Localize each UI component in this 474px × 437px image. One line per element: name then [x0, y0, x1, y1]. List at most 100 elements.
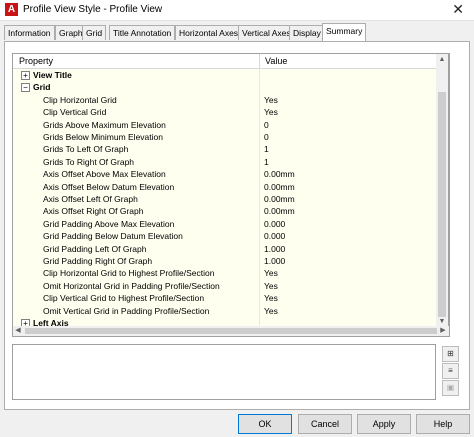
horizontal-scrollbar[interactable]: ◀ ▶ — [12, 326, 450, 337]
property-value[interactable]: 0.000 — [264, 231, 285, 241]
property-value[interactable]: 0 — [264, 120, 269, 130]
tab-grid[interactable]: Grid — [82, 25, 107, 40]
column-header-property[interactable]: Property — [19, 56, 53, 66]
property-name: Grids Above Maximum Elevation — [43, 119, 166, 130]
close-button[interactable]: ✕ — [452, 1, 464, 17]
property-row[interactable]: Axis Offset Above Max Elevation 0.00mm — [13, 168, 449, 182]
tab-information[interactable]: Information — [4, 25, 55, 40]
property-name: Clip Horizontal Grid — [43, 94, 117, 105]
title-bar: A Profile View Style - Profile View ✕ — [0, 0, 474, 21]
property-value[interactable]: Yes — [264, 95, 278, 105]
help-button[interactable]: Help — [416, 414, 470, 434]
tab-title-annotation[interactable]: Title Annotation — [109, 25, 176, 40]
property-name: Clip Vertical Grid to Highest Profile/Se… — [43, 293, 205, 304]
cell-divider — [259, 292, 260, 305]
property-value[interactable]: 0.00mm — [264, 169, 295, 179]
property-grid: Property Value + View Title − Grid Clip Hori… — [12, 53, 450, 328]
property-value[interactable]: 0.00mm — [264, 182, 295, 192]
scroll-right-arrow-icon[interactable]: ▶ — [438, 326, 448, 336]
property-value[interactable]: 0 — [264, 132, 269, 142]
alphabetical-view-icon[interactable]: ≡ — [442, 363, 459, 379]
property-row[interactable]: Grid Padding Right Of Graph 1.000 — [13, 255, 449, 269]
property-row[interactable]: Omit Vertical Grid in Padding Profile/Se… — [13, 304, 449, 318]
property-value[interactable]: Yes — [264, 306, 278, 316]
vertical-scrollbar[interactable]: ▲ ▼ — [436, 53, 449, 328]
cell-divider — [259, 93, 260, 107]
scroll-up-arrow-icon[interactable]: ▲ — [436, 54, 448, 65]
collapse-icon[interactable]: − — [21, 83, 30, 93]
description-box — [12, 344, 436, 400]
property-name: Grid Padding Right Of Graph — [43, 256, 153, 266]
cell-divider — [259, 279, 260, 293]
category-row[interactable]: + View Title — [13, 69, 449, 83]
cell-divider — [259, 180, 260, 193]
property-value[interactable]: Yes — [264, 281, 278, 291]
scrollbar-thumb[interactable] — [438, 92, 446, 317]
property-name: Omit Vertical Grid in Padding Profile/Se… — [43, 305, 210, 316]
cell-divider — [259, 81, 260, 94]
property-row[interactable]: Clip Vertical Grid to Highest Profile/Se… — [13, 292, 449, 306]
property-name: Axis Offset Left Of Graph — [43, 194, 138, 204]
property-row[interactable]: Grids To Right Of Graph 1 — [13, 155, 449, 170]
ok-button[interactable]: OK — [238, 414, 292, 434]
property-row[interactable]: Clip Horizontal Grid to Highest Profile/… — [13, 267, 449, 281]
cell-divider — [259, 242, 260, 255]
cell-divider — [259, 193, 260, 206]
property-row[interactable]: Clip Vertical Grid Yes — [13, 106, 449, 120]
property-row[interactable]: Axis Offset Left Of Graph 0.00mm — [13, 193, 449, 207]
cell-divider — [259, 217, 260, 231]
window-title: Profile View Style - Profile View — [23, 4, 163, 15]
property-name: Grids Below Minimum Elevation — [43, 132, 163, 142]
property-name: Axis Offset Above Max Elevation — [43, 169, 166, 180]
property-row[interactable]: Grids Below Minimum Elevation 0 — [13, 131, 449, 145]
property-value[interactable]: 1.000 — [264, 256, 285, 266]
property-value[interactable]: 1 — [264, 157, 269, 167]
property-row[interactable]: Axis Offset Right Of Graph 0.00mm — [13, 205, 449, 219]
property-row[interactable]: Omit Horizontal Grid in Padding Profile/… — [13, 279, 449, 294]
property-value[interactable]: 1.000 — [264, 244, 285, 254]
cell-divider — [259, 230, 260, 243]
property-row[interactable]: Grids Above Maximum Elevation 0 — [13, 118, 449, 132]
cell-divider — [259, 69, 260, 82]
property-value[interactable]: Yes — [264, 293, 278, 303]
cancel-button[interactable]: Cancel — [298, 414, 352, 434]
tab-vertical-axes[interactable]: Vertical Axes — [238, 25, 295, 40]
cell-divider — [259, 106, 260, 119]
apply-button[interactable]: Apply — [357, 414, 411, 434]
property-row[interactable]: Axis Offset Below Datum Elevation 0.00mm — [13, 180, 449, 194]
property-name: Axis Offset Below Datum Elevation — [43, 181, 175, 192]
property-row[interactable]: Clip Horizontal Grid Yes — [13, 93, 449, 108]
property-value[interactable]: Yes — [264, 268, 278, 278]
tab-summary[interactable]: Summary — [322, 23, 367, 41]
tab-horizontal-axes[interactable]: Horizontal Axes — [175, 25, 243, 40]
cell-divider — [259, 267, 260, 280]
expand-icon[interactable]: + — [21, 71, 30, 80]
property-value[interactable]: 0.00mm — [264, 206, 295, 216]
cell-divider — [259, 304, 260, 317]
tab-display[interactable]: Display — [289, 25, 325, 40]
property-name: Grid Padding Below Datum Elevation — [43, 231, 183, 242]
property-value[interactable]: Yes — [264, 107, 278, 117]
property-row[interactable]: Grid Padding Above Max Elevation 0.000 — [13, 217, 449, 232]
property-row[interactable]: Grid Padding Below Datum Elevation 0.000 — [13, 230, 449, 244]
grid-header: Property Value — [13, 54, 449, 69]
cell-divider — [259, 131, 260, 144]
property-name: Grid Padding Left Of Graph — [43, 243, 147, 254]
property-name: Axis Offset Right Of Graph — [43, 206, 144, 217]
horizontal-scrollbar-thumb[interactable] — [25, 328, 437, 334]
description-toggle-icon[interactable]: ▣ — [442, 380, 459, 396]
column-header-value[interactable]: Value — [265, 56, 287, 66]
categorized-view-icon[interactable]: ⊞ — [442, 346, 459, 362]
property-row[interactable]: Grid Padding Left Of Graph 1.000 — [13, 242, 449, 256]
cell-divider — [259, 255, 260, 268]
scroll-left-arrow-icon[interactable]: ◀ — [13, 326, 23, 336]
property-value[interactable]: 0.00mm — [264, 194, 295, 204]
cell-divider — [259, 155, 260, 169]
category-label: View Title — [33, 70, 72, 80]
property-value[interactable]: 1 — [264, 144, 269, 154]
column-divider[interactable] — [259, 54, 260, 68]
category-row[interactable]: − Grid — [13, 81, 449, 95]
property-value[interactable]: 0.000 — [264, 219, 285, 229]
property-row[interactable]: Grids To Left Of Graph 1 — [13, 143, 449, 157]
property-name: Grid Padding Above Max Elevation — [43, 218, 175, 229]
